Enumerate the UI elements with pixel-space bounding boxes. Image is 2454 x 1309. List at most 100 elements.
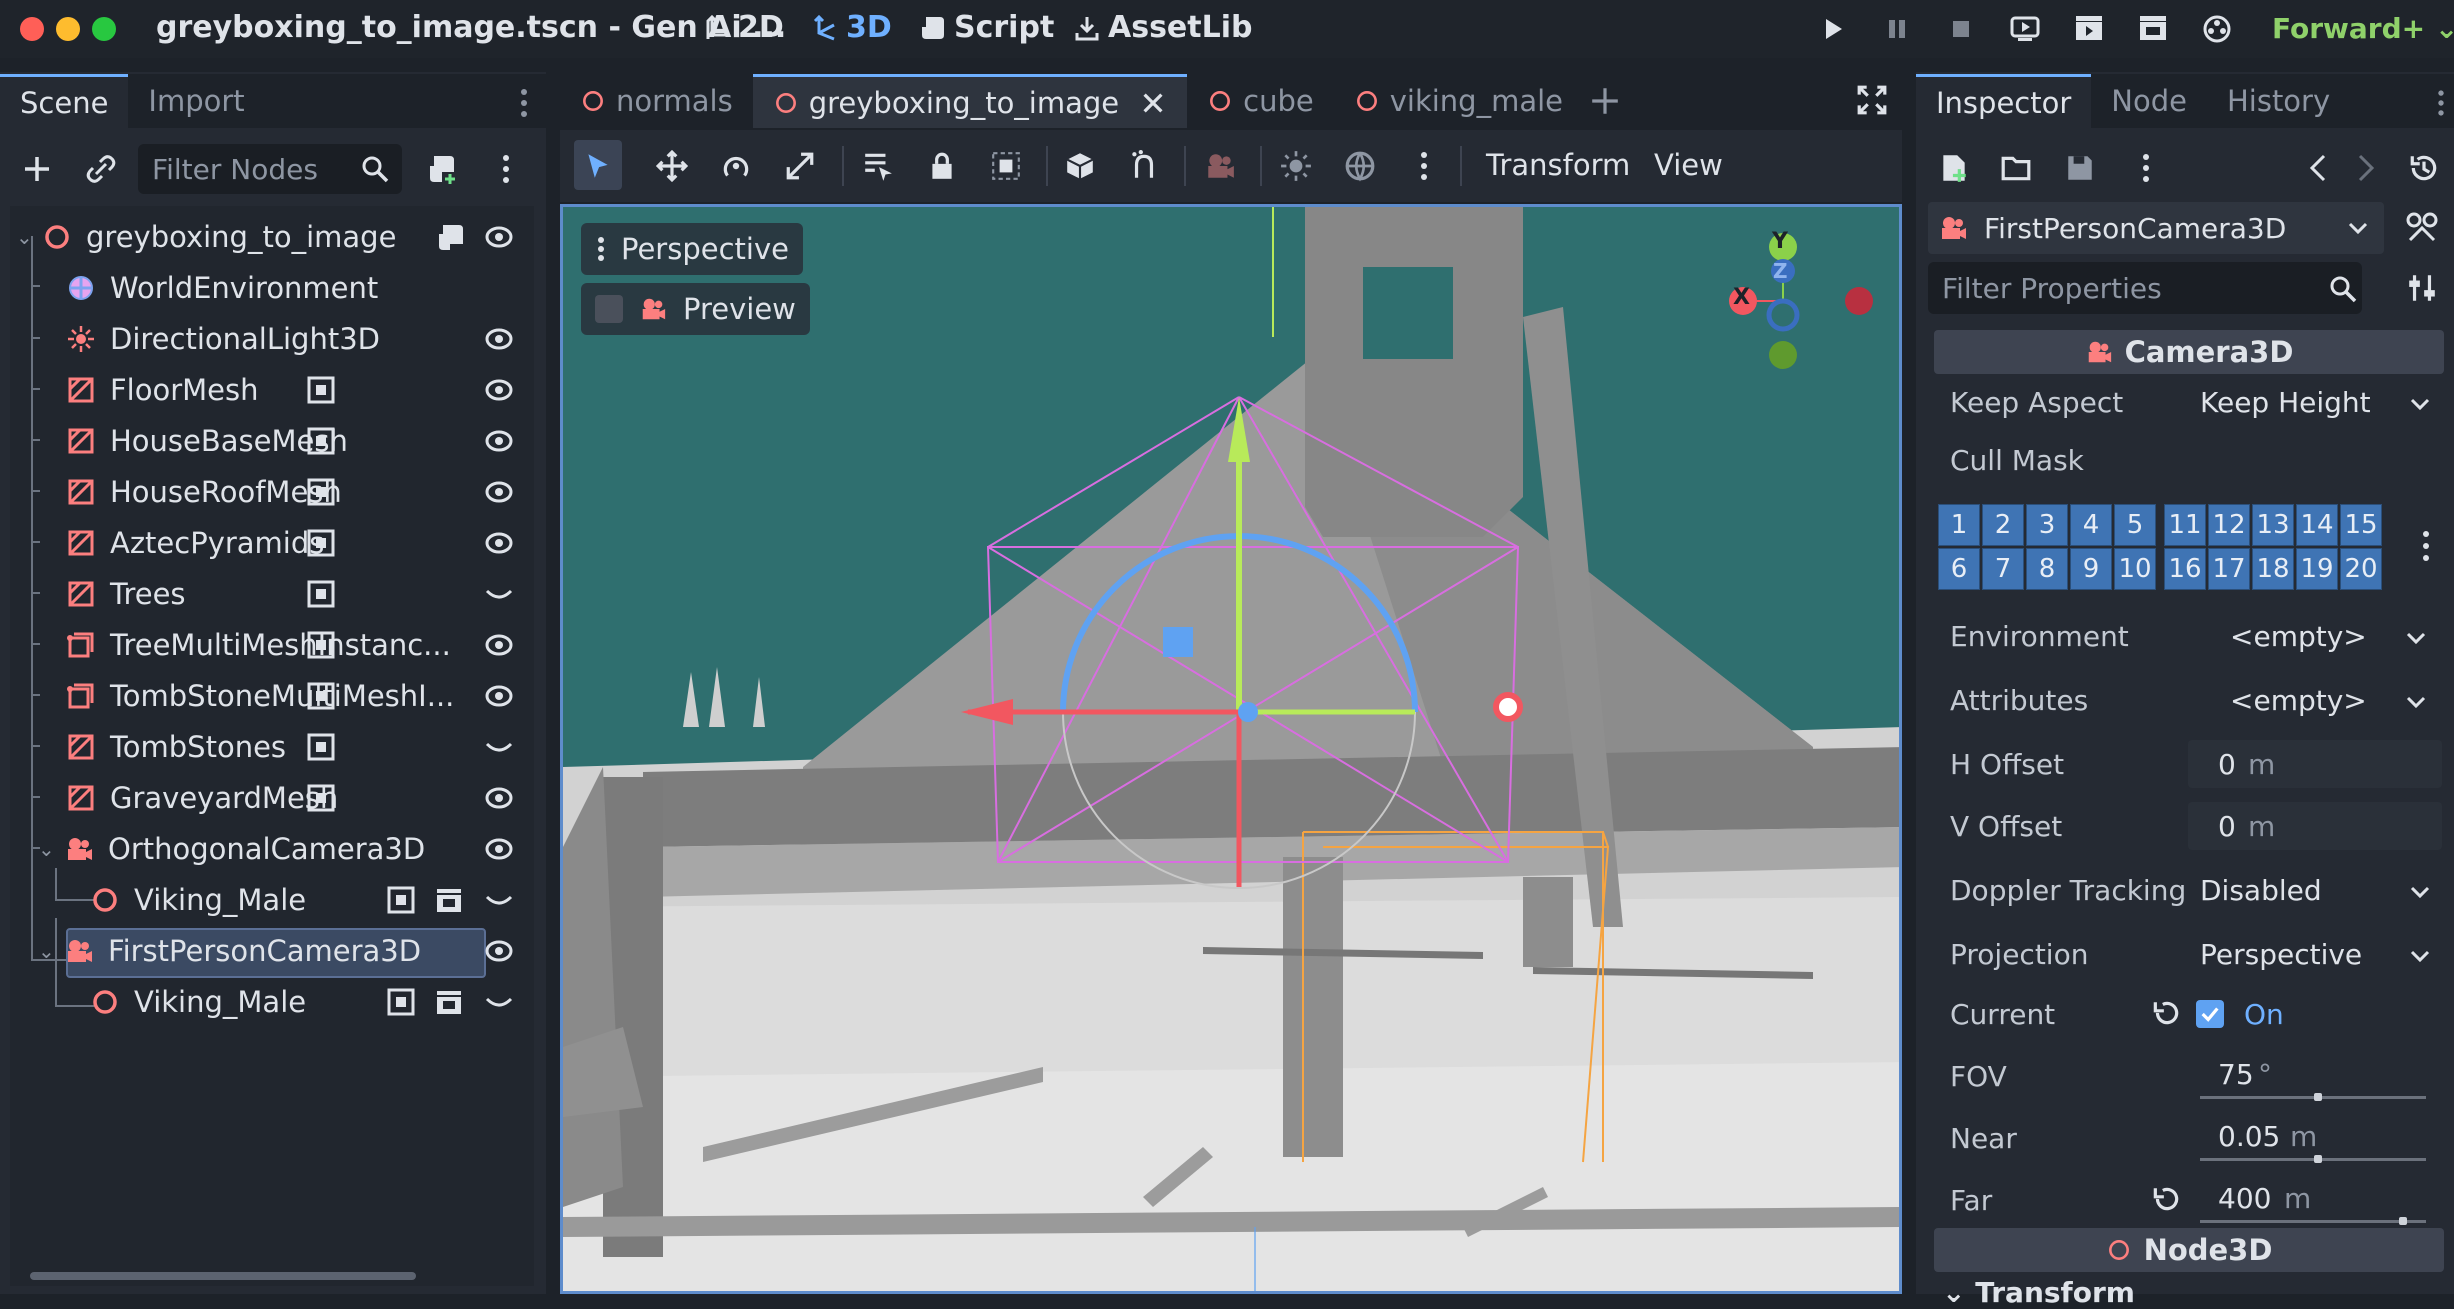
chevron-down-icon[interactable] bbox=[2408, 880, 2432, 904]
attributes-value[interactable]: <empty> bbox=[2230, 684, 2367, 717]
revert-icon[interactable] bbox=[2150, 1184, 2182, 1216]
open-scene-icon[interactable] bbox=[434, 885, 464, 915]
tab-scene[interactable]: Scene bbox=[0, 74, 129, 128]
preview-checkbox[interactable] bbox=[595, 295, 623, 323]
script-icon[interactable] bbox=[436, 222, 466, 252]
cull-mask-layer[interactable]: 13 bbox=[2252, 504, 2294, 546]
cull-mask-layer[interactable]: 6 bbox=[1938, 548, 1980, 590]
view-menu[interactable]: View bbox=[1654, 148, 1723, 182]
snap-icon[interactable] bbox=[1128, 150, 1160, 182]
renderer-select[interactable]: Forward+ ⌄ bbox=[2272, 12, 2454, 45]
eye-icon[interactable] bbox=[484, 324, 514, 354]
tree-node-worldenvironment[interactable]: WorldEnvironment bbox=[66, 263, 590, 313]
cull-mask-layer[interactable]: 1 bbox=[1938, 504, 1980, 546]
back-icon[interactable] bbox=[2306, 152, 2330, 184]
play-scene-icon[interactable] bbox=[2072, 12, 2106, 46]
tab-history[interactable]: History bbox=[2207, 74, 2350, 128]
3d-viewport[interactable]: Y X Z Perspective Preview bbox=[560, 204, 1902, 1294]
remote-debug-icon[interactable] bbox=[2008, 12, 2042, 46]
instance-scene-icon[interactable] bbox=[84, 152, 118, 186]
fov-value[interactable]: 75 bbox=[2218, 1058, 2254, 1091]
eye-closed-icon[interactable] bbox=[484, 579, 514, 609]
cull-mask-layer[interactable]: 10 bbox=[2114, 548, 2156, 590]
cull-mask-layer[interactable]: 3 bbox=[2026, 504, 2068, 546]
group-icon[interactable] bbox=[990, 150, 1022, 182]
scale-icon[interactable] bbox=[784, 150, 816, 182]
tab-viking-male[interactable]: viking_male bbox=[1334, 74, 1583, 128]
local-space-icon[interactable] bbox=[1064, 150, 1096, 182]
visibility-icon[interactable] bbox=[306, 579, 336, 609]
visibility-icon[interactable] bbox=[306, 528, 336, 558]
cull-mask-layer[interactable]: 4 bbox=[2070, 504, 2112, 546]
cull-mask-layer[interactable]: 19 bbox=[2296, 548, 2338, 590]
eye-icon[interactable] bbox=[484, 630, 514, 660]
movie-maker-icon[interactable] bbox=[2200, 12, 2234, 46]
projection-select[interactable]: Perspective bbox=[2200, 938, 2362, 971]
eye-icon[interactable] bbox=[484, 222, 514, 252]
cull-mask-layer[interactable]: 20 bbox=[2340, 548, 2382, 590]
eye-icon[interactable] bbox=[484, 477, 514, 507]
visibility-icon[interactable] bbox=[306, 426, 336, 456]
cull-mask-menu-icon[interactable] bbox=[2416, 526, 2436, 566]
tab-import[interactable]: Import bbox=[128, 74, 264, 128]
near-value[interactable]: 0.05 bbox=[2218, 1120, 2280, 1153]
distraction-free-icon[interactable] bbox=[1856, 84, 1888, 116]
eye-closed-icon[interactable] bbox=[484, 987, 514, 1017]
cull-mask-layer[interactable]: 14 bbox=[2296, 504, 2338, 546]
cull-mask-layer[interactable]: 17 bbox=[2208, 548, 2250, 590]
eye-icon[interactable] bbox=[484, 426, 514, 456]
close-icon[interactable] bbox=[1139, 89, 1167, 117]
visibility-icon[interactable] bbox=[386, 987, 416, 1017]
forward-icon[interactable] bbox=[2354, 152, 2378, 184]
cull-mask-layer[interactable]: 9 bbox=[2070, 548, 2112, 590]
chevron-down-icon[interactable] bbox=[2346, 216, 2370, 240]
cull-mask-layer[interactable]: 2 bbox=[1982, 504, 2024, 546]
eye-icon[interactable] bbox=[484, 528, 514, 558]
tree-node-viking-male-1[interactable]: Viking_Male bbox=[90, 875, 614, 925]
visibility-icon[interactable] bbox=[306, 732, 336, 762]
cull-mask-layer[interactable]: 7 bbox=[1982, 548, 2024, 590]
eye-icon[interactable] bbox=[484, 834, 514, 864]
tab-normals[interactable]: normals bbox=[560, 74, 753, 128]
more-icon[interactable] bbox=[1414, 150, 1434, 182]
lock-icon[interactable] bbox=[926, 150, 958, 182]
eye-icon[interactable] bbox=[484, 783, 514, 813]
chevron-down-icon[interactable]: ⌄ bbox=[38, 939, 55, 963]
attach-script-icon[interactable] bbox=[426, 152, 460, 186]
cull-mask-layer[interactable]: 11 bbox=[2164, 504, 2206, 546]
chevron-down-icon[interactable] bbox=[2404, 690, 2428, 714]
cull-mask-layer[interactable]: 16 bbox=[2164, 548, 2206, 590]
history-icon[interactable] bbox=[2408, 152, 2440, 184]
new-resource-icon[interactable] bbox=[1938, 152, 1970, 184]
chevron-down-icon[interactable] bbox=[2404, 626, 2428, 650]
cull-mask-layer[interactable]: 5 bbox=[2114, 504, 2156, 546]
transform-menu[interactable]: Transform bbox=[1486, 148, 1630, 182]
current-checkbox[interactable] bbox=[2196, 1000, 2224, 1028]
visibility-icon[interactable] bbox=[306, 783, 336, 813]
camera-preview-toggle[interactable]: Preview bbox=[581, 283, 810, 335]
eye-icon[interactable] bbox=[484, 375, 514, 405]
open-scene-icon[interactable] bbox=[434, 987, 464, 1017]
node-selector[interactable]: FirstPersonCamera3D bbox=[1928, 202, 2384, 254]
fov-slider-knob[interactable] bbox=[2313, 1093, 2322, 1101]
chevron-down-icon[interactable] bbox=[2408, 392, 2432, 416]
chevron-down-icon[interactable]: ⌄ bbox=[16, 225, 33, 249]
tab-greyboxing-to-image[interactable]: greyboxing_to_image bbox=[752, 74, 1188, 128]
select-icon[interactable] bbox=[582, 150, 614, 182]
tree-node-viking-male-2[interactable]: Viking_Male bbox=[90, 977, 614, 1027]
maximize-window-button[interactable] bbox=[92, 17, 116, 41]
tools-icon[interactable] bbox=[2406, 272, 2438, 304]
tab-node[interactable]: Node bbox=[2091, 74, 2207, 128]
keep-aspect-select[interactable]: Keep Height bbox=[2200, 386, 2371, 419]
more-icon[interactable] bbox=[2136, 152, 2156, 184]
dock-menu-icon[interactable] bbox=[514, 86, 534, 120]
save-icon[interactable] bbox=[2064, 152, 2096, 184]
dock-menu-icon[interactable] bbox=[2432, 86, 2450, 120]
far-slider[interactable] bbox=[2200, 1220, 2426, 1223]
perspective-menu-button[interactable]: Perspective bbox=[581, 223, 803, 275]
pause-icon[interactable] bbox=[1880, 12, 1914, 46]
scene-menu-icon[interactable] bbox=[496, 152, 516, 186]
doppler-select[interactable]: Disabled bbox=[2200, 874, 2322, 907]
open-folder-icon[interactable] bbox=[2000, 152, 2032, 184]
eye-icon[interactable] bbox=[484, 681, 514, 711]
